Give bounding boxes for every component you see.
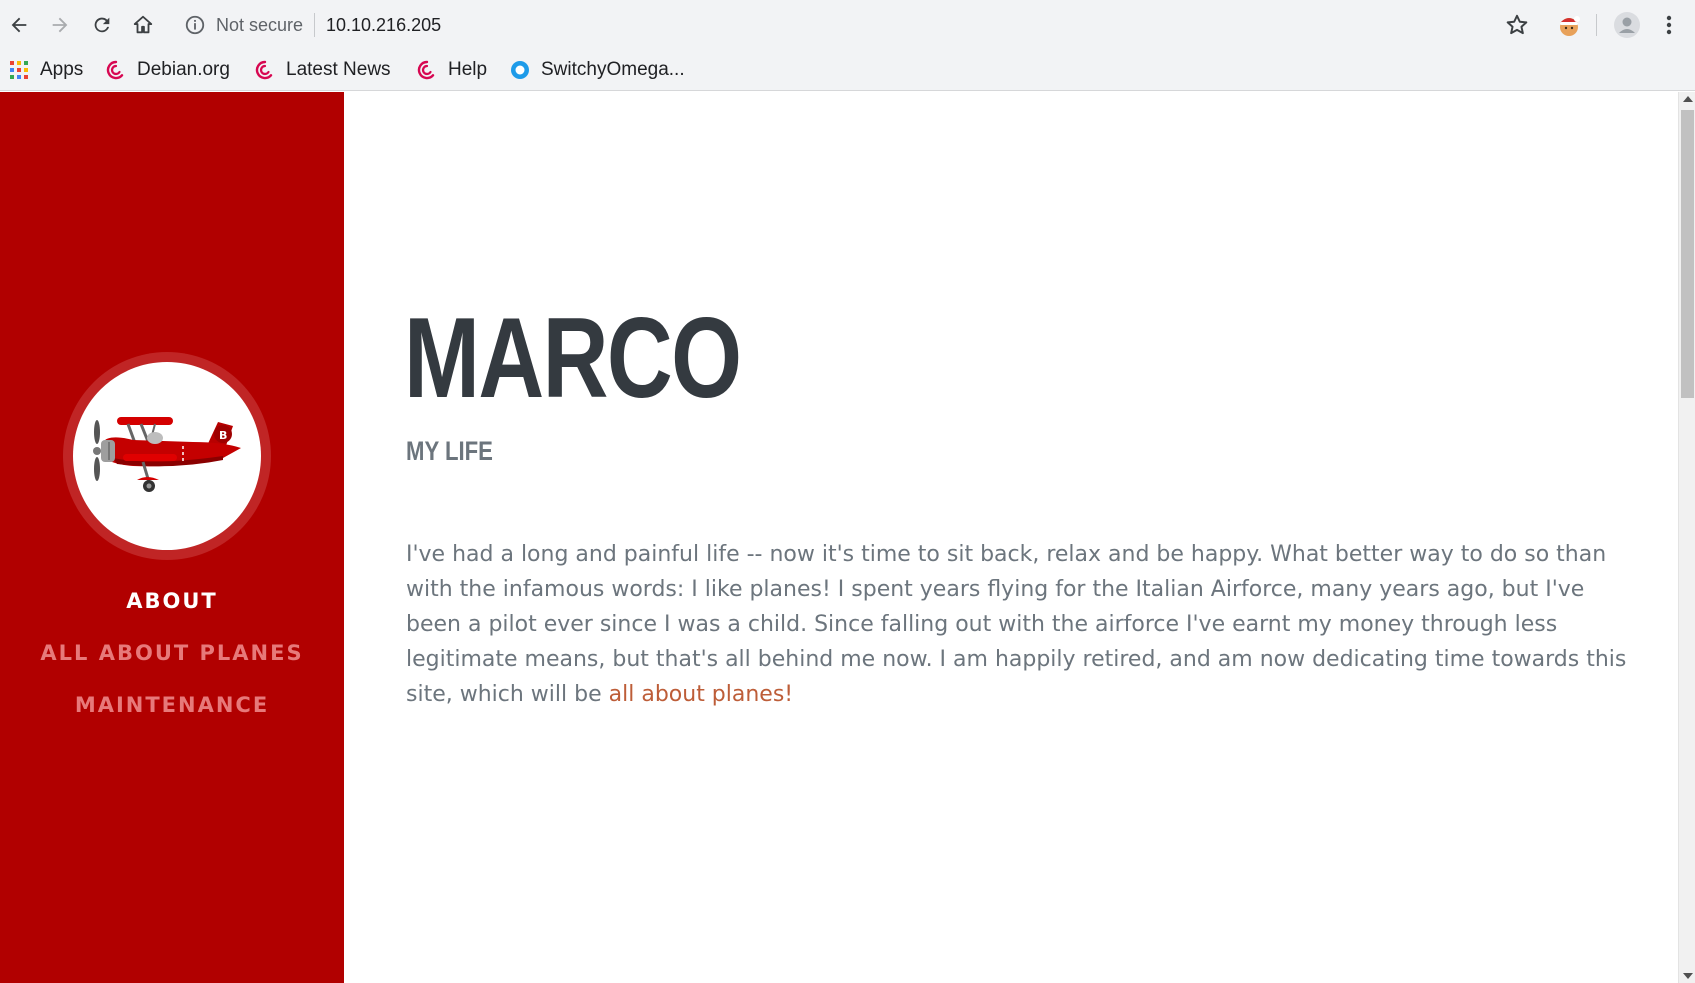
nav-all-about-planes[interactable]: ALL ABOUT PLANES <box>0 641 344 665</box>
switchyomega-icon <box>511 61 529 79</box>
forward-button[interactable] <box>44 9 76 41</box>
arrow-right-icon <box>52 17 68 33</box>
debian-swirl-icon <box>255 60 273 80</box>
bookmark-star-icon[interactable] <box>1504 12 1530 38</box>
bookmark-label: Apps <box>40 59 84 80</box>
bookmark-debian[interactable]: Debian.org <box>106 57 230 83</box>
avatar-frame: B <box>73 362 261 550</box>
bookmark-switchyomega[interactable]: SwitchyOmega... <box>510 57 685 83</box>
reload-button[interactable] <box>86 9 118 41</box>
bookmark-label: Latest News <box>286 59 391 80</box>
profile-avatar-icon[interactable] <box>1613 11 1641 39</box>
kebab-menu-icon[interactable] <box>1658 11 1680 39</box>
reload-icon <box>94 17 110 33</box>
page-title: MARCO <box>404 295 742 422</box>
bookmark-label: SwitchyOmega... <box>541 59 685 80</box>
debian-swirl-icon <box>106 60 124 80</box>
nav-about[interactable]: ABOUT <box>0 589 344 613</box>
scroll-thumb[interactable] <box>1681 110 1694 398</box>
debian-swirl-icon <box>417 60 435 80</box>
bookmarks-bar: Apps Debian.org Latest News Help Switchy… <box>0 49 1695 91</box>
arrow-left-icon <box>11 17 27 33</box>
url-text[interactable]: 10.10.216.205 <box>326 15 441 36</box>
main-content: MARCO MY LIFE I've had a long and painfu… <box>344 92 1678 983</box>
page-subtitle: MY LIFE <box>406 436 493 466</box>
bookmark-label: Debian.org <box>137 59 230 80</box>
browser-toolbar: Not secure 10.10.216.205 <box>0 0 1695 49</box>
info-icon[interactable] <box>184 14 206 36</box>
bookmark-label: Help <box>448 59 488 80</box>
page-scrollbar[interactable] <box>1678 92 1695 983</box>
scroll-down-arrow-icon[interactable] <box>1683 973 1693 979</box>
all-about-planes-link[interactable]: all about planes! <box>609 682 794 707</box>
back-button[interactable] <box>3 9 35 41</box>
bookmark-apps[interactable]: Apps <box>9 57 83 83</box>
home-icon <box>133 15 153 34</box>
extension-icon[interactable] <box>1555 11 1583 39</box>
security-label: Not secure <box>216 15 304 35</box>
nav-maintenance[interactable]: MAINTENANCE <box>0 693 344 717</box>
address-separator <box>314 13 315 37</box>
about-paragraph: I've had a long and painful life -- now … <box>406 537 1630 712</box>
apps-grid-icon <box>10 61 28 79</box>
scroll-up-arrow-icon[interactable] <box>1683 96 1693 102</box>
bookmark-latest-news[interactable]: Latest News <box>255 57 391 83</box>
about-text: I've had a long and painful life -- now … <box>406 542 1627 707</box>
sidebar: B ABOUT ALL ABOUT PLANES MAINTENANCE <box>0 92 344 983</box>
bookmark-help[interactable]: Help <box>417 57 487 83</box>
toolbar-divider <box>1596 14 1597 36</box>
biplane-icon: B <box>93 417 241 492</box>
home-button[interactable] <box>127 9 159 41</box>
svg-text:B: B <box>219 429 227 442</box>
profile-avatar: B <box>63 352 271 560</box>
